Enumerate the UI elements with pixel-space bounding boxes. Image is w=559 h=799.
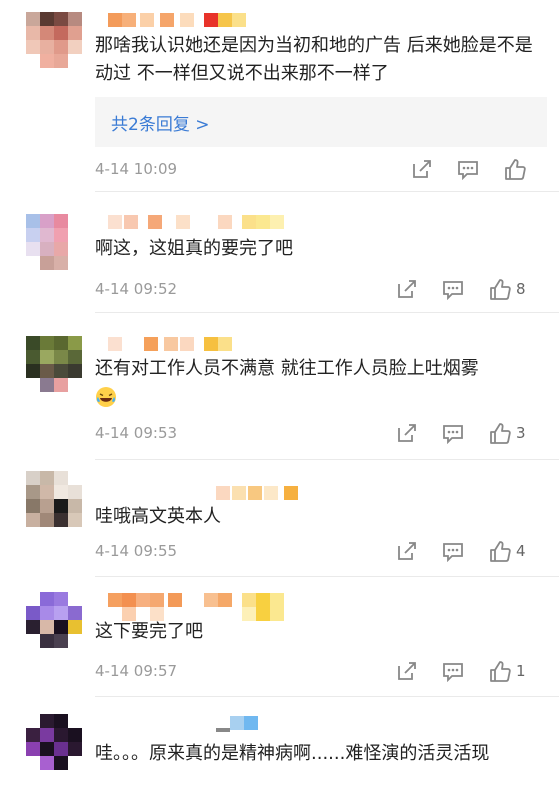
like-button[interactable]	[503, 158, 527, 182]
comment-time: 4-14 09:53	[95, 424, 178, 442]
avatar[interactable]	[26, 592, 82, 648]
comment-time: 4-14 09:57	[95, 662, 178, 680]
comment-text: 这下要完了吧	[95, 621, 203, 642]
share-button[interactable]	[396, 540, 418, 564]
thumbs-up-icon	[490, 279, 511, 300]
share-button[interactable]	[411, 158, 433, 182]
comment-button[interactable]	[442, 540, 464, 564]
reply-box[interactable]: 共2条回复 >	[95, 97, 547, 147]
share-icon	[413, 160, 431, 178]
share-icon	[398, 542, 416, 560]
comment-text: 哇哦高文英本人	[95, 506, 221, 527]
comment-button[interactable]	[457, 158, 479, 182]
comment-icon	[443, 663, 463, 682]
comment-actions: 8	[396, 278, 541, 302]
comment-text: 哇。。。原来真的是精神病啊......难怪演的活灵活现	[95, 743, 490, 764]
username-mosaic[interactable]	[108, 716, 268, 732]
view-replies-link[interactable]: 共2条回复 >	[111, 110, 209, 135]
like-button[interactable]: 3	[488, 422, 538, 446]
comment-time: 4-14 09:55	[95, 542, 178, 560]
comment-text: 啊这，这姐真的要完了吧	[95, 238, 293, 259]
comment-button[interactable]	[442, 278, 464, 302]
like-button[interactable]: 1	[488, 660, 538, 684]
comment-time: 4-14 09:52	[95, 280, 178, 298]
share-icon	[398, 424, 416, 442]
comment-text: 还有对工作人员不满意 就往工作人员脸上吐烟雾	[95, 355, 545, 411]
thumbs-up-icon	[505, 159, 526, 180]
thumbs-up-icon	[490, 541, 511, 562]
like-count: 4	[516, 542, 526, 560]
username-mosaic[interactable]	[108, 13, 258, 27]
comment-actions: 4	[396, 540, 541, 564]
comment-button[interactable]	[442, 660, 464, 684]
comment-icon	[458, 161, 478, 180]
username-mosaic[interactable]	[108, 486, 298, 500]
thumbs-up-icon	[490, 423, 511, 444]
comment-item: 啊这，这姐真的要完了吧 4-14 09:52 8	[0, 192, 559, 313]
username-mosaic[interactable]	[108, 215, 288, 229]
share-icon	[398, 662, 416, 680]
avatar[interactable]	[26, 471, 82, 527]
share-button[interactable]	[396, 660, 418, 684]
username-mosaic[interactable]	[108, 593, 288, 621]
comment-icon	[443, 281, 463, 300]
avatar[interactable]	[26, 336, 82, 392]
like-count: 3	[516, 424, 526, 442]
comment-item: 还有对工作人员不满意 就往工作人员脸上吐烟雾 4-14 09:53 3	[0, 312, 559, 460]
comment-actions	[411, 158, 541, 182]
comment-text-body: 还有对工作人员不满意 就往工作人员脸上吐烟雾	[95, 358, 479, 379]
like-button[interactable]: 4	[488, 540, 538, 564]
comment-actions: 1	[396, 660, 541, 684]
avatar[interactable]	[26, 714, 82, 770]
share-button[interactable]	[396, 422, 418, 446]
like-count: 1	[516, 662, 526, 680]
share-button[interactable]	[396, 278, 418, 302]
comment-item: 哇哦高文英本人 4-14 09:55 4	[0, 459, 559, 577]
laughing-tears-emoji	[95, 386, 117, 408]
like-count: 8	[516, 280, 526, 298]
comment-item: 哇。。。原来真的是精神病啊......难怪演的活灵活现	[0, 696, 559, 799]
share-icon	[398, 280, 416, 298]
avatar[interactable]	[26, 214, 82, 270]
username-mosaic[interactable]	[108, 337, 238, 351]
comment-item: 这下要完了吧 4-14 09:57 1	[0, 576, 559, 697]
comment-text: 那啥我认识她还是因为当初和地的广告 后来她脸是不是动过 不一样但又说不出来那不一…	[95, 35, 533, 84]
comment-item: 那啥我认识她还是因为当初和地的广告 后来她脸是不是动过 不一样但又说不出来那不一…	[0, 0, 559, 192]
comment-icon	[443, 543, 463, 562]
comment-button[interactable]	[442, 422, 464, 446]
comment-actions: 3	[396, 422, 541, 446]
thumbs-up-icon	[490, 661, 511, 682]
comment-icon	[443, 425, 463, 444]
like-button[interactable]: 8	[488, 278, 538, 302]
comment-time: 4-14 10:09	[95, 160, 178, 178]
avatar[interactable]	[26, 12, 82, 68]
